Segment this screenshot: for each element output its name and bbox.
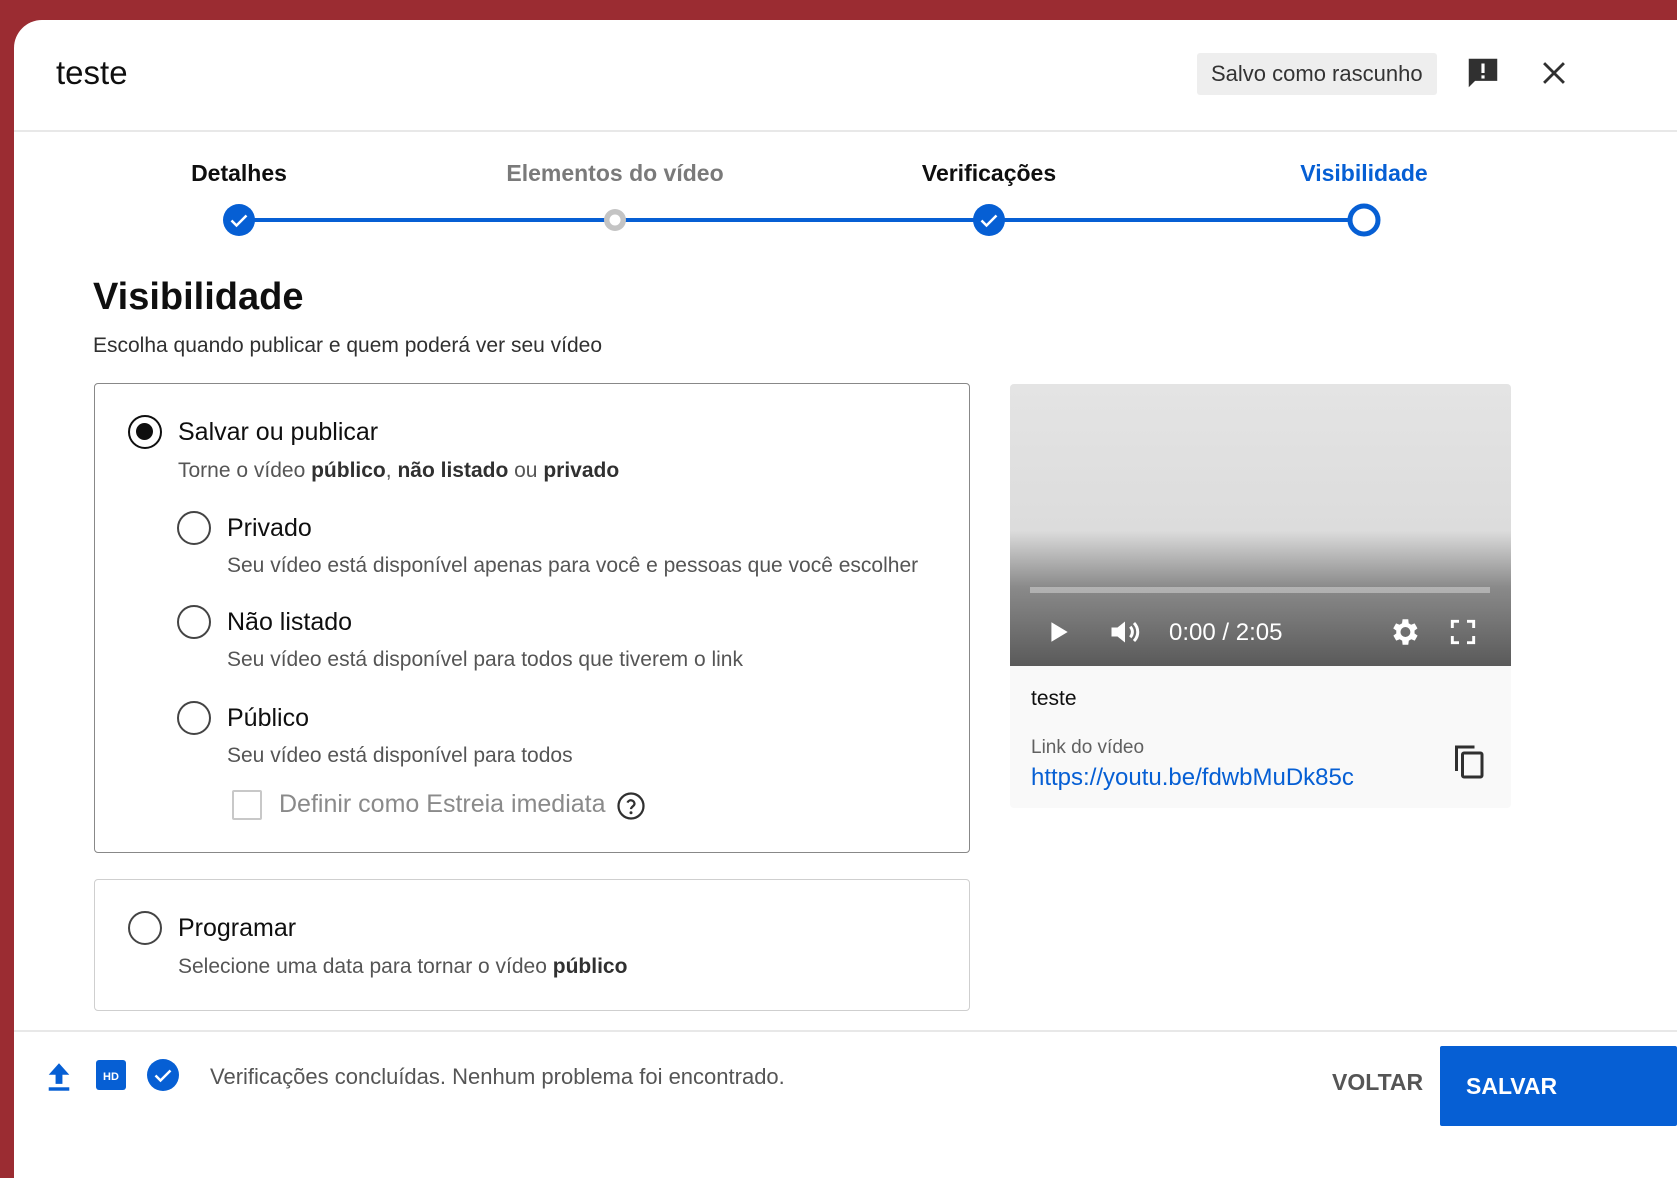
- premiere-label: Definir como Estreia imediata: [279, 790, 606, 818]
- step-checks[interactable]: Verificações: [922, 160, 1056, 187]
- play-icon[interactable]: [1046, 617, 1072, 647]
- copy-icon[interactable]: [1452, 742, 1488, 782]
- help-icon[interactable]: [616, 791, 646, 821]
- schedule-desc: Selecione uma data para tornar o vídeo p…: [178, 955, 627, 979]
- feedback-icon[interactable]: [1464, 54, 1502, 92]
- step-visibility-current-icon[interactable]: [1347, 203, 1381, 237]
- unlisted-desc: Seu vídeo está disponível para todos que…: [227, 648, 743, 671]
- checks-status-text: Verificações concluídas. Nenhum problema…: [210, 1064, 785, 1089]
- video-name: teste: [1031, 687, 1077, 710]
- private-desc: Seu vídeo está disponível apenas para vo…: [227, 554, 919, 577]
- public-desc: Seu vídeo está disponível para todos: [227, 744, 573, 767]
- private-title: Privado: [227, 514, 312, 542]
- desc-text: Selecione uma data para tornar o vídeo: [178, 955, 553, 978]
- settings-gear-icon[interactable]: [1387, 615, 1421, 649]
- step-details-check-icon[interactable]: [222, 203, 256, 237]
- volume-icon[interactable]: [1107, 614, 1143, 650]
- save-or-publish-radio[interactable]: [128, 415, 162, 449]
- desc-unlisted: não listado: [397, 459, 509, 482]
- close-icon[interactable]: [1537, 56, 1571, 90]
- desc-text: ou: [508, 459, 544, 482]
- upload-icon[interactable]: [45, 1061, 73, 1093]
- video-title: teste: [56, 54, 128, 91]
- schedule-title: Programar: [178, 914, 297, 942]
- unlisted-radio[interactable]: [177, 605, 211, 639]
- section-subtitle: Escolha quando publicar e quem poderá ve…: [93, 334, 603, 357]
- save-button[interactable]: SALVAR: [1440, 1046, 1677, 1126]
- step-video-elements[interactable]: Elementos do vídeo: [506, 160, 723, 187]
- step-video-elements-dot-icon[interactable]: [598, 203, 632, 237]
- desc-text: ,: [385, 459, 398, 482]
- premiere-checkbox[interactable]: [232, 790, 262, 820]
- section-title: Visibilidade: [93, 276, 304, 318]
- save-or-publish-panel: Salvar ou publicar Torne o vídeo público…: [94, 383, 970, 853]
- video-time: 0:00 / 2:05: [1169, 619, 1283, 646]
- step-visibility[interactable]: Visibilidade: [1300, 160, 1427, 187]
- hd-icon[interactable]: HD: [96, 1060, 126, 1090]
- fullscreen-icon[interactable]: [1447, 616, 1479, 648]
- save-or-publish-desc: Torne o vídeo público, não listado ou pr…: [178, 459, 619, 483]
- public-title: Público: [227, 704, 309, 732]
- dialog-header: teste Salvo como rascunho: [14, 20, 1677, 132]
- schedule-radio[interactable]: [128, 911, 162, 945]
- desc-text: Torne o vídeo: [178, 459, 312, 482]
- private-radio[interactable]: [177, 511, 211, 545]
- desc-public: público: [311, 459, 386, 482]
- step-details[interactable]: Detalhes: [191, 160, 287, 187]
- unlisted-title: Não listado: [227, 608, 353, 636]
- upload-dialog: teste Salvo como rascunho Detalhes Eleme…: [14, 20, 1677, 1178]
- video-preview-card: 0:00 / 2:05 teste Link do vídeo https://…: [1010, 384, 1511, 808]
- step-checks-check-icon[interactable]: [972, 203, 1006, 237]
- desc-private: privado: [543, 459, 620, 482]
- schedule-panel: Programar Selecione uma data para tornar…: [94, 879, 970, 1011]
- desc-public: público: [552, 955, 628, 978]
- video-link[interactable]: https://youtu.be/fdwbMuDk85c: [1031, 764, 1354, 792]
- draft-status-badge: Salvo como rascunho: [1197, 53, 1437, 95]
- public-radio[interactable]: [177, 701, 211, 735]
- back-button[interactable]: VOLTAR: [1320, 1059, 1435, 1105]
- video-player[interactable]: 0:00 / 2:05: [1010, 384, 1511, 666]
- stepper-track: [239, 218, 1364, 222]
- svg-text:HD: HD: [103, 1071, 119, 1083]
- video-link-label: Link do vídeo: [1031, 737, 1145, 758]
- dialog-footer: HD Verificações concluídas. Nenhum probl…: [14, 1030, 1677, 1178]
- checks-done-icon[interactable]: [146, 1058, 180, 1092]
- save-or-publish-title: Salvar ou publicar: [178, 418, 379, 446]
- video-progress-bar[interactable]: [1030, 587, 1490, 593]
